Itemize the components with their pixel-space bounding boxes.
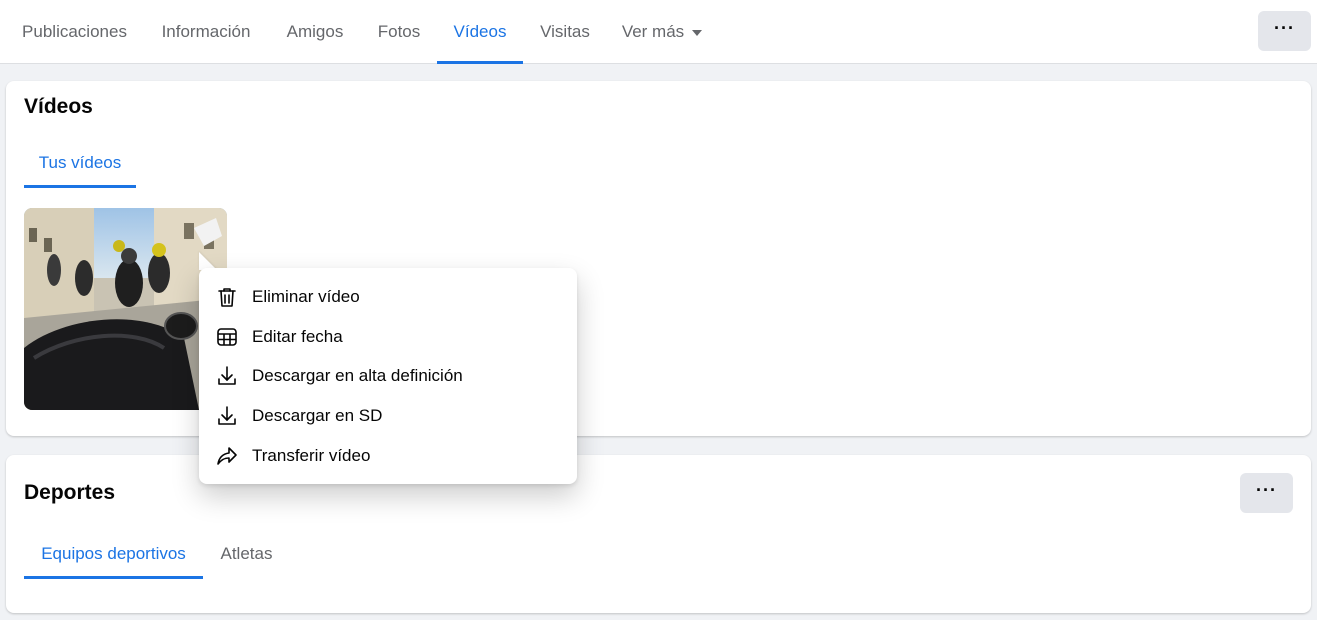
video-preview-image bbox=[24, 208, 227, 410]
more-dots-icon: ··· bbox=[1274, 18, 1295, 38]
menu-item-editar-fecha[interactable]: Editar fecha bbox=[207, 318, 569, 356]
menu-item-descargar-sd[interactable]: Descargar en SD bbox=[207, 397, 569, 435]
menu-item-label: Transferir vídeo bbox=[252, 446, 371, 465]
tab-equipos-deportivos[interactable]: Equipos deportivos bbox=[24, 529, 203, 579]
menu-item-transferir-video[interactable]: Transferir vídeo bbox=[207, 437, 569, 475]
tab-visitas[interactable]: Visitas bbox=[523, 0, 607, 64]
menu-item-label: Eliminar vídeo bbox=[252, 287, 360, 306]
sports-section-title: Deportes bbox=[24, 481, 116, 504]
tab-informacion[interactable]: Información bbox=[143, 0, 269, 64]
menu-item-label: Editar fecha bbox=[252, 327, 343, 346]
more-dots-icon: ··· bbox=[1256, 480, 1277, 500]
profile-tab-bar: Publicaciones Información Amigos Fotos V… bbox=[0, 0, 1317, 64]
tab-publicaciones[interactable]: Publicaciones bbox=[6, 0, 143, 64]
menu-item-eliminar-video[interactable]: Eliminar vídeo bbox=[207, 278, 569, 316]
calendar-icon bbox=[215, 325, 239, 349]
more-options-button[interactable]: ··· bbox=[1258, 11, 1311, 51]
tab-tus-videos[interactable]: Tus vídeos bbox=[24, 138, 136, 188]
trash-icon bbox=[215, 285, 239, 309]
menu-item-label: Descargar en alta definición bbox=[252, 366, 463, 385]
tab-videos[interactable]: Vídeos bbox=[437, 0, 523, 64]
tab-ver-mas[interactable]: Ver más bbox=[607, 0, 717, 64]
tab-amigos[interactable]: Amigos bbox=[269, 0, 361, 64]
tab-fotos[interactable]: Fotos bbox=[361, 0, 437, 64]
video-thumbnail[interactable]: 0: bbox=[24, 208, 227, 410]
tab-ver-mas-label: Ver más bbox=[621, 22, 685, 41]
menu-item-descargar-hd[interactable]: Descargar en alta definición bbox=[207, 357, 569, 395]
download-icon bbox=[215, 364, 239, 388]
tab-atletas[interactable]: Atletas bbox=[203, 529, 290, 579]
caret-down-icon bbox=[692, 30, 703, 36]
menu-item-label: Descargar en SD bbox=[252, 406, 383, 425]
share-arrow-icon bbox=[215, 444, 239, 468]
download-icon bbox=[215, 404, 239, 428]
videos-section-title: Vídeos bbox=[24, 95, 93, 118]
sports-more-options-button[interactable]: ··· bbox=[1240, 473, 1293, 513]
video-context-menu: Eliminar vídeo Editar fecha Descargar en… bbox=[199, 268, 577, 484]
